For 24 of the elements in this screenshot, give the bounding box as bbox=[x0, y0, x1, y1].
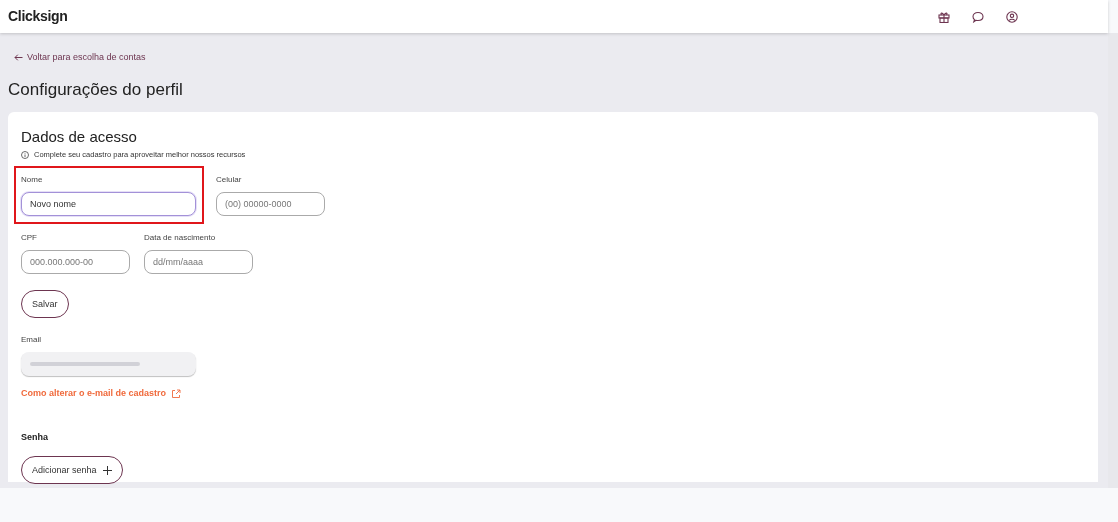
plus-icon bbox=[102, 465, 112, 475]
back-link[interactable]: Voltar para escolha de contas bbox=[14, 33, 146, 65]
field-label: Celular bbox=[216, 174, 243, 187]
chat-bubble-icon[interactable] bbox=[972, 10, 984, 23]
gift-icon[interactable] bbox=[938, 10, 950, 23]
arrow-left-icon bbox=[14, 54, 23, 62]
page-title: Configurações do perfil bbox=[8, 79, 184, 101]
field-label: Email bbox=[21, 334, 42, 347]
text-field[interactable]: dd/mm/aaaa bbox=[144, 250, 253, 275]
text-field[interactable]: 000.000.000-00 bbox=[21, 250, 130, 275]
blurred-text-icon bbox=[30, 361, 140, 368]
add-password-button[interactable]: Adicionar senha bbox=[21, 456, 123, 485]
text-field[interactable]: (00) 00000-0000 bbox=[216, 192, 325, 217]
logo[interactable]: Clicksign bbox=[8, 6, 68, 27]
user-icon[interactable] bbox=[1006, 10, 1018, 23]
field-label: CPF bbox=[21, 232, 38, 245]
section-title: Dados de acesso bbox=[21, 128, 138, 147]
field-label: Data de nascimento bbox=[144, 232, 217, 245]
external-link-icon bbox=[171, 389, 182, 400]
save-button[interactable]: Salvar bbox=[21, 290, 69, 319]
text-field[interactable]: Novo nome bbox=[21, 192, 196, 217]
info-icon bbox=[21, 150, 29, 159]
section-label: Senha bbox=[21, 431, 48, 442]
field-label: Nome bbox=[21, 174, 44, 187]
